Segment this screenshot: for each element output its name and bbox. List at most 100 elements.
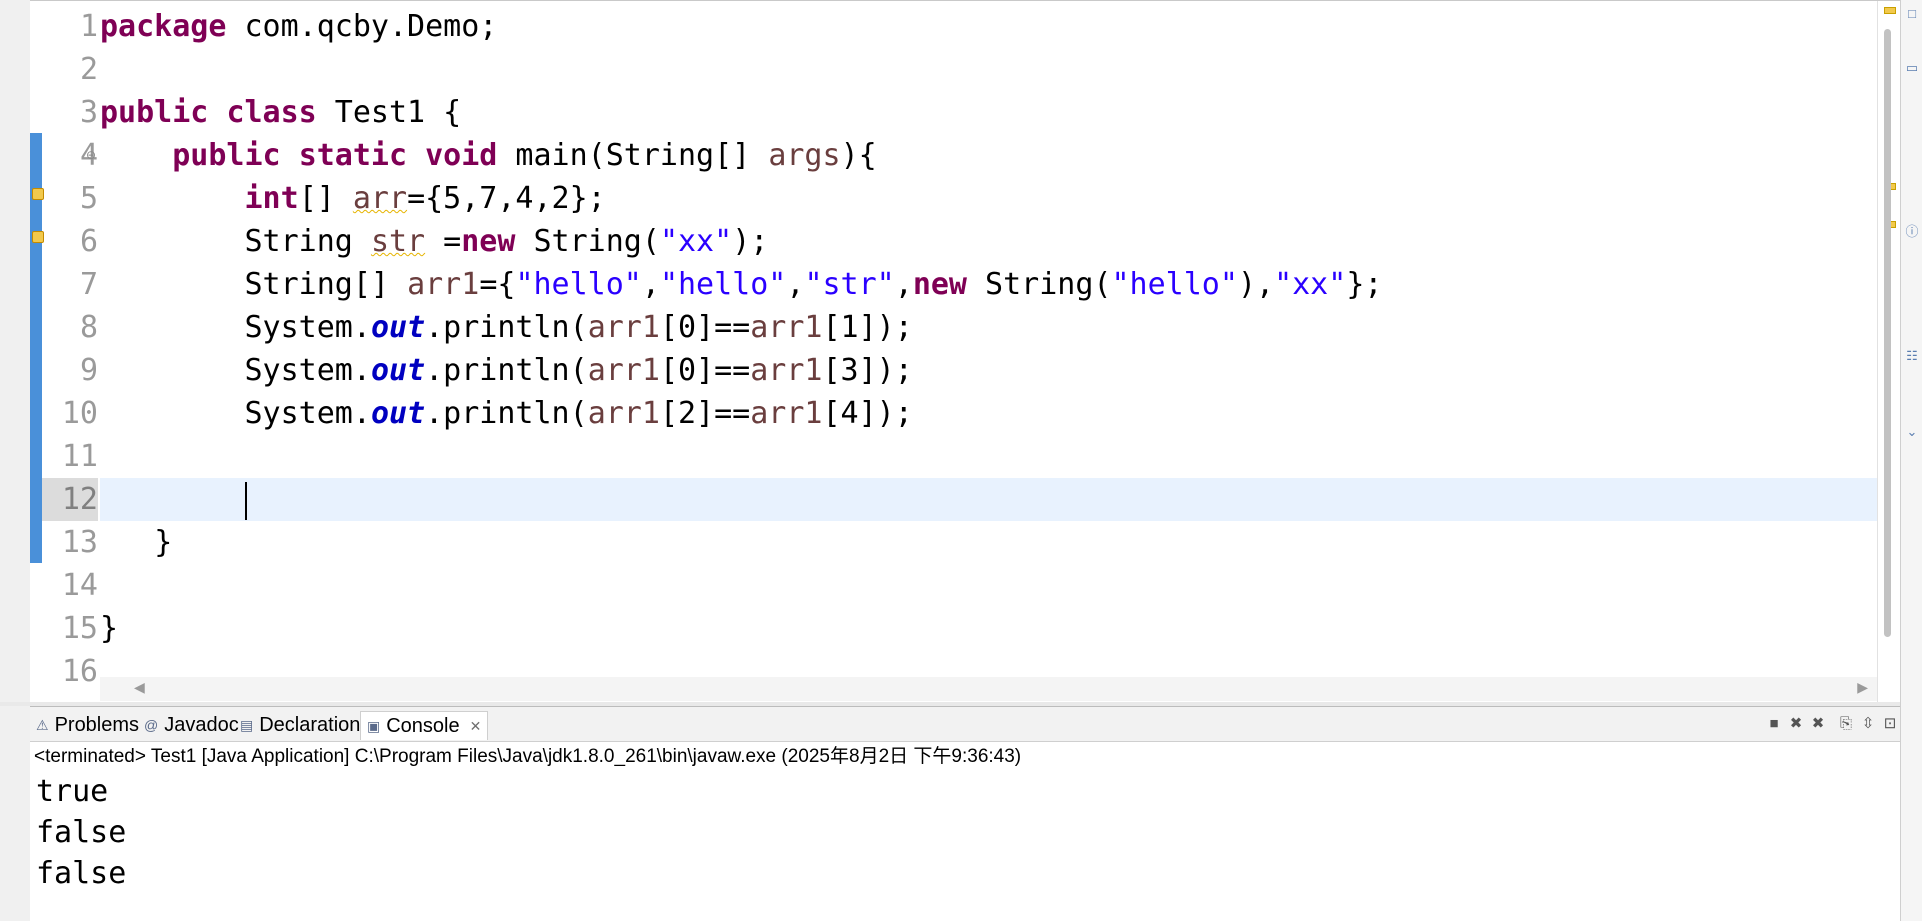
code-text: [4]); [822, 396, 913, 431]
scroll-right-icon[interactable]: ▶ [1857, 679, 1868, 696]
scroll-lock-icon[interactable]: ⇳ [1860, 716, 1876, 732]
code-editor[interactable]: 1 2 3 4 5 6 7 8 9 10 11 12 13 14 15 16 ⊖… [30, 0, 1900, 705]
code-line: System.out.println(arr1[0]==arr1[1]); [100, 306, 1880, 349]
restore-icon[interactable]: □ [1904, 6, 1920, 22]
code-text: , [641, 267, 660, 302]
text-caret [244, 481, 247, 520]
code-text: [] [298, 181, 353, 216]
code-text: Test1 { [316, 95, 462, 130]
line-number: 11 [61, 439, 98, 474]
hierarchy-icon[interactable]: ☷ [1904, 348, 1920, 364]
remove-all-terminated-icon[interactable]: ✖ [1810, 716, 1826, 732]
code-text: } [154, 525, 173, 560]
remove-launch-icon[interactable]: ✖ [1788, 716, 1804, 732]
current-code-line[interactable] [100, 478, 1880, 521]
line-number: 3 [79, 95, 98, 130]
keyword: void [425, 138, 498, 173]
code-line: String[] arr1={"hello","hello","str",new… [100, 263, 1880, 306]
line-number: 14 [61, 568, 98, 603]
line-number: 13 [61, 525, 98, 560]
code-text: , [786, 267, 805, 302]
tab-label: Console [386, 715, 460, 737]
variable: arr1 [407, 267, 480, 302]
code-text: ={ [479, 267, 516, 302]
line-number: 7 [79, 267, 98, 302]
tab-problems[interactable]: ⚠ Problems [30, 711, 145, 739]
tab-label: Problems [54, 714, 140, 736]
variable-warning: str [370, 224, 426, 259]
console-view: ⚠ Problems @ Javadoc ▤ Declaration ▣ Con… [30, 706, 1900, 922]
outline-icon[interactable]: ▭ [1904, 60, 1920, 76]
tab-console[interactable]: ▣ Console ✕ [360, 711, 489, 740]
code-line: int[] arr={5,7,4,2}; [100, 177, 1880, 220]
line-number-current: 12 [42, 478, 98, 521]
code-text: String( [515, 224, 660, 259]
output-line: true [36, 774, 109, 809]
clear-console-icon[interactable]: ⎘ [1838, 716, 1854, 732]
static-field: out [370, 396, 426, 431]
code-line: System.out.println(arr1[0]==arr1[3]); [100, 349, 1880, 392]
vertical-scrollbar-thumb[interactable] [1884, 29, 1891, 637]
overview-ruler[interactable] [1877, 1, 1900, 705]
string-literal: "hello" [659, 267, 787, 302]
code-text: [3]); [822, 353, 913, 388]
code-line: } [100, 607, 1880, 650]
horizontal-scrollbar[interactable]: ◀ ▶ [100, 677, 1880, 701]
string-literal: "str" [804, 267, 895, 302]
code-text: } [100, 611, 119, 646]
keyword: class [226, 95, 317, 130]
keyword: public [172, 138, 281, 173]
code-line: String str =new String("xx"); [100, 220, 1880, 263]
code-line: public class Test1 { [100, 91, 1880, 134]
keyword: static [298, 138, 408, 173]
code-text: String [244, 224, 371, 259]
console-status: <terminated> Test1 [Java Application] C:… [34, 746, 1022, 767]
fold-toggle-icon[interactable]: ⊖ [86, 148, 96, 162]
javadoc-icon: @ [144, 717, 159, 733]
chevron-down-icon[interactable]: ⌄ [1904, 424, 1920, 440]
tab-declaration[interactable]: ▤ Declaration [234, 711, 366, 739]
console-tab-bar: ⚠ Problems @ Javadoc ▤ Declaration ▣ Con… [30, 707, 1900, 742]
line-number: 16 [61, 654, 98, 689]
terminate-icon[interactable]: ■ [1766, 716, 1782, 732]
code-text: ), [1237, 267, 1275, 302]
code-text: [1]); [822, 310, 913, 345]
variable: arr1 [587, 396, 660, 431]
static-field: out [370, 353, 426, 388]
code-text: .println( [425, 396, 588, 431]
variable-warning: arr [352, 181, 408, 216]
code-text: [0]== [659, 310, 751, 345]
keyword: new [912, 267, 967, 302]
output-line: false [36, 815, 127, 850]
console-icon: ▣ [367, 718, 381, 734]
code-text: , [894, 267, 913, 302]
code-text: [2]== [659, 396, 751, 431]
variable: arr1 [587, 310, 660, 345]
right-toolbar-strip: □ ▭ ⓘ ☷ ⌄ [1900, 0, 1922, 921]
code-text: main(String[] [497, 138, 769, 173]
variable: arr1 [750, 310, 823, 345]
console-output[interactable]: true false false [36, 771, 126, 894]
close-icon[interactable]: ✕ [470, 712, 482, 740]
string-literal: "xx" [1274, 267, 1347, 302]
code-text: com.qcby.Demo; [226, 9, 498, 44]
keyword: new [461, 224, 516, 259]
line-number: 9 [79, 353, 98, 388]
code-text: [0]== [659, 353, 751, 388]
keyword: public [100, 95, 209, 130]
variable: arr1 [587, 353, 660, 388]
code-text: System. [244, 353, 371, 388]
code-text: }; [1346, 267, 1383, 302]
tab-javadoc[interactable]: @ Javadoc [138, 711, 245, 739]
pin-console-icon[interactable]: ⊡ [1882, 716, 1898, 732]
line-number: 10 [61, 396, 98, 431]
problems-icon: ⚠ [36, 717, 49, 733]
tab-label: Javadoc [164, 714, 239, 736]
code-line: } [100, 521, 1880, 564]
variable: arr1 [750, 396, 823, 431]
scroll-left-icon[interactable]: ◀ [134, 679, 145, 696]
info-icon[interactable]: ⓘ [1904, 224, 1920, 240]
code-text: String[] [244, 267, 408, 302]
overview-warning-marker[interactable] [1884, 7, 1896, 14]
code-text: System. [244, 310, 371, 345]
